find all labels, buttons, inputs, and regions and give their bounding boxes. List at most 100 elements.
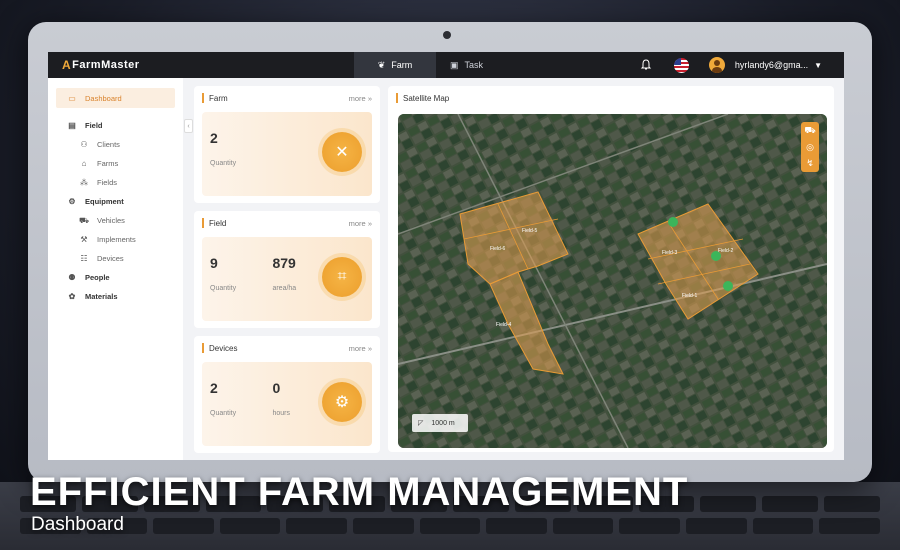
equipment-icon: ⚙ bbox=[68, 197, 76, 206]
sidebar: ▭ Dashboard ▤ Field ⚇ Clients ⌂ Farms ⁂ … bbox=[48, 78, 183, 460]
stat-value: 2 bbox=[210, 130, 218, 146]
summary-cards: Farm more » 2 Quantity ✕ Field more » 9 bbox=[194, 86, 380, 460]
stat-quantity: 2 Quantity bbox=[210, 380, 268, 417]
target-icon[interactable]: ◎ bbox=[806, 142, 814, 153]
route-icon[interactable]: ↯ bbox=[806, 158, 814, 169]
top-nav: A FarmMaster ❦ Farm ▣ Task hyrlandy6@gma… bbox=[48, 52, 844, 78]
stat-label: hours bbox=[272, 410, 290, 417]
stat-box: 2 Quantity ✕ bbox=[202, 112, 372, 196]
sidebar-item-devices[interactable]: ☷ Devices bbox=[48, 249, 183, 268]
sidebar-item-farms[interactable]: ⌂ Farms bbox=[48, 154, 183, 173]
satellite-map[interactable]: Field-6 Field-5 Field-4 Field-3 Field-2 … bbox=[398, 114, 827, 448]
avatar[interactable] bbox=[708, 57, 725, 73]
materials-icon: ✿ bbox=[68, 292, 76, 301]
app-logo[interactable]: A FarmMaster bbox=[48, 58, 354, 72]
card-header: Field more » bbox=[202, 218, 372, 228]
more-label: more bbox=[348, 218, 366, 228]
sidebar-item-vehicles[interactable]: ⛟ Vehicles bbox=[48, 211, 183, 230]
fields-icon: ⁂ bbox=[80, 178, 88, 187]
field-icon: ⌗ bbox=[322, 257, 362, 297]
nav-right: hyrlandy6@gma... ▼ bbox=[640, 57, 844, 73]
webcam bbox=[443, 31, 451, 39]
tab-farm[interactable]: ❦ Farm bbox=[354, 52, 436, 78]
tab-task[interactable]: ▣ Task bbox=[436, 52, 497, 78]
stat-value: 9 bbox=[210, 255, 218, 271]
app-name: FarmMaster bbox=[72, 59, 140, 71]
farms-icon: ⌂ bbox=[81, 159, 87, 168]
accent-bar bbox=[202, 93, 204, 103]
more-link[interactable]: more » bbox=[349, 94, 372, 103]
stat-value: 879 bbox=[272, 255, 296, 271]
farm-icon: ❦ bbox=[377, 59, 386, 70]
card-header: Satellite Map bbox=[396, 93, 826, 103]
sidebar-item-dashboard[interactable]: ▭ Dashboard bbox=[56, 88, 175, 108]
sidebar-item-label: Devices bbox=[97, 254, 124, 263]
sidebar-item-clients[interactable]: ⚇ Clients bbox=[48, 135, 183, 154]
caption-subtitle: Dashboard bbox=[31, 514, 124, 535]
devices-card: Devices more » 2 Quantity 0 hours ⚙ bbox=[194, 336, 380, 453]
tractor-icon[interactable]: ⛟ bbox=[804, 125, 815, 137]
map-marker-icon[interactable] bbox=[711, 251, 721, 261]
user-email[interactable]: hyrlandy6@gma... bbox=[735, 60, 808, 70]
sidebar-collapse-button[interactable]: ‹ bbox=[184, 119, 193, 133]
accent-bar bbox=[396, 93, 398, 103]
sidebar-item-label: Implements bbox=[97, 235, 136, 244]
field-label: Field-2 bbox=[718, 248, 734, 254]
more-link[interactable]: more » bbox=[349, 344, 372, 353]
farm-icon: ✕ bbox=[322, 132, 362, 172]
satellite-map-panel: Satellite Map Field-6 Field-5 Field-4 Fi… bbox=[388, 86, 834, 452]
key-row bbox=[20, 518, 880, 534]
vehicles-icon: ⛟ bbox=[78, 215, 90, 225]
field-label: Field-4 bbox=[496, 322, 512, 328]
stat-box: 9 Quantity 879 area/ha ⌗ bbox=[202, 237, 372, 321]
sidebar-item-materials[interactable]: ✿ Materials bbox=[48, 287, 183, 306]
sidebar-item-implements[interactable]: ⚒ Implements bbox=[48, 230, 183, 249]
app-screen: A FarmMaster ❦ Farm ▣ Task hyrlandy6@gma… bbox=[48, 52, 844, 460]
map-title: Satellite Map bbox=[403, 93, 450, 103]
accent-bar bbox=[202, 218, 204, 228]
sidebar-item-label: Field bbox=[85, 121, 103, 130]
sidebar-item-label: Farms bbox=[97, 159, 119, 168]
stat-value: 2 bbox=[210, 380, 218, 396]
card-title: Devices bbox=[209, 343, 238, 353]
clients-icon: ⚇ bbox=[80, 140, 88, 149]
farm-card: Farm more » 2 Quantity ✕ bbox=[194, 86, 380, 203]
sidebar-item-label: Dashboard bbox=[85, 93, 122, 103]
card-title: Farm bbox=[209, 93, 228, 103]
sidebar-item-people[interactable]: ⚉ People bbox=[48, 268, 183, 287]
bell-icon[interactable] bbox=[640, 59, 652, 71]
card-header: Devices more » bbox=[202, 343, 372, 353]
field-icon: ▤ bbox=[68, 121, 76, 130]
sidebar-item-fields[interactable]: ⁂ Fields bbox=[48, 173, 183, 192]
caption-title: EFFICIENT FARM MANAGEMENT bbox=[30, 470, 689, 514]
more-label: more bbox=[348, 93, 366, 103]
sidebar-item-equipment[interactable]: ⚙ Equipment bbox=[48, 192, 183, 211]
tab-label: Task bbox=[464, 60, 484, 70]
sidebar-item-field[interactable]: ▤ Field bbox=[48, 116, 183, 135]
stat-value: 0 bbox=[272, 380, 281, 396]
map-marker-icon[interactable] bbox=[723, 281, 733, 291]
stat-quantity: 2 Quantity bbox=[210, 130, 268, 167]
stat-label: area/ha bbox=[272, 285, 297, 292]
us-flag-icon[interactable] bbox=[673, 57, 689, 73]
more-link[interactable]: more » bbox=[349, 219, 372, 228]
field-card: Field more » 9 Quantity 879 area/ha ⌗ bbox=[194, 211, 380, 328]
accent-bar bbox=[202, 343, 204, 353]
chevron-down-icon[interactable]: ▼ bbox=[814, 61, 822, 70]
map-toolbar: ⛟ ◎ ↯ bbox=[801, 122, 819, 172]
field-label: Field-6 bbox=[490, 246, 506, 252]
field-label: Field-3 bbox=[662, 250, 678, 256]
field-label: Field-5 bbox=[522, 228, 538, 234]
people-icon: ⚉ bbox=[68, 273, 76, 282]
sidebar-item-label: Vehicles bbox=[97, 216, 125, 225]
scale-label: 1000 m bbox=[431, 419, 455, 427]
scale-arrow-icon: ◸ bbox=[418, 420, 424, 427]
sidebar-item-label: Equipment bbox=[85, 197, 124, 206]
stat-label: Quantity bbox=[210, 285, 237, 292]
sidebar-item-label: Clients bbox=[97, 140, 120, 149]
stat-quantity: 9 Quantity bbox=[210, 255, 268, 292]
more-label: more bbox=[348, 343, 366, 353]
map-marker-icon[interactable] bbox=[668, 217, 678, 227]
card-title: Field bbox=[209, 218, 227, 228]
logo-mark: A bbox=[62, 58, 72, 72]
